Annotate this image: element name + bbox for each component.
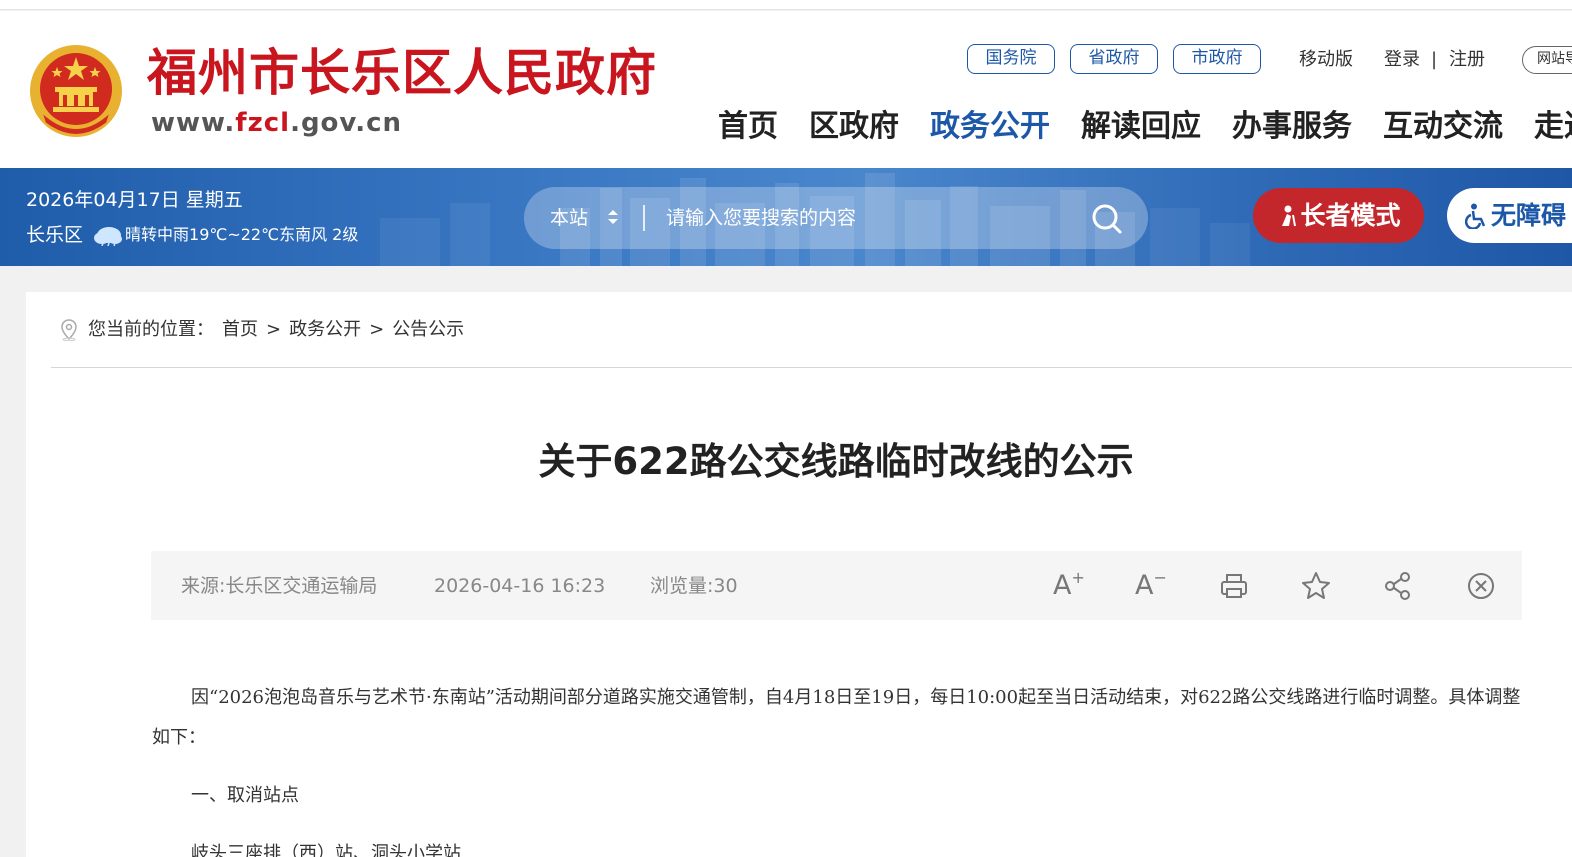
login-link[interactable]: 登录 — [1384, 48, 1420, 72]
elder-mode-label: 长者模式 — [1300, 201, 1401, 230]
share-icon[interactable] — [1380, 568, 1416, 604]
nav-interpretation[interactable]: 解读回应 — [1081, 104, 1201, 150]
url-highlight: fzcl — [235, 108, 291, 138]
breadcrumb-separator: > — [266, 319, 282, 340]
url-suffix: .gov.cn — [290, 108, 403, 138]
breadcrumb-prefix: 您当前的位置： — [88, 319, 214, 340]
breadcrumb: 您当前的位置： 首页 > 政务公开 > 公告公示 — [60, 316, 464, 344]
main-navigation: 首页 区政府 政务公开 解读回应 办事服务 互动交流 走进长乐 — [718, 104, 1572, 150]
nav-about-changle[interactable]: 走进长乐 — [1534, 104, 1572, 150]
site-navigation-button[interactable]: 网站导航 — [1522, 46, 1572, 74]
close-icon[interactable] — [1463, 568, 1499, 604]
article-body: 因“2026泡泡岛音乐与艺术节·东南站”活动期间部分道路实施交通管制，自4月18… — [152, 678, 1522, 857]
breadcrumb-home[interactable]: 首页 — [222, 316, 258, 344]
current-date: 2026年04月17日 星期五 — [26, 189, 243, 211]
nav-services[interactable]: 办事服务 — [1232, 104, 1352, 150]
search-divider — [643, 205, 645, 231]
search-input[interactable] — [666, 201, 1076, 235]
weather-forecast: 晴转中雨19℃~22℃东南风 2级 — [125, 225, 359, 244]
nav-district-government[interactable]: 区政府 — [809, 104, 899, 150]
article-meta-bar: 来源:长乐区交通运输局 2026-04-16 16:23 浏览量:30 A + A… — [151, 551, 1522, 620]
article-paragraph: 岐头三座排（西）站、洞头小学站 — [191, 843, 461, 857]
font-decrease-icon[interactable]: A − — [1133, 568, 1169, 604]
gov-link-province[interactable]: 省政府 — [1070, 44, 1158, 74]
cloud-icon — [94, 227, 123, 246]
updown-arrow-icon[interactable] — [606, 205, 620, 229]
gov-link-city[interactable]: 市政府 — [1173, 44, 1261, 74]
site-url[interactable]: www.fzcl.gov.cn — [151, 106, 402, 140]
search-bar: 本站 — [524, 187, 1148, 249]
search-icon[interactable] — [1088, 200, 1126, 236]
elder-person-icon — [1282, 205, 1297, 226]
nav-home[interactable]: 首页 — [718, 104, 778, 150]
breadcrumb-announcements[interactable]: 公告公示 — [392, 316, 464, 344]
nav-government-affairs[interactable]: 政务公开 — [930, 104, 1050, 150]
breadcrumb-separator: > — [369, 319, 385, 340]
article-views: 浏览量:30 — [650, 575, 738, 597]
print-icon[interactable] — [1216, 568, 1252, 604]
article-paragraph: 一、取消站点 — [191, 785, 299, 806]
article-paragraph: 因“2026泡泡岛音乐与艺术节·东南站”活动期间部分道路实施交通管制，自4月18… — [152, 687, 1521, 748]
register-link[interactable]: 注册 — [1449, 48, 1485, 72]
accessibility-button[interactable]: 无障碍 — [1447, 188, 1572, 243]
url-prefix: www. — [151, 108, 236, 138]
elder-mode-button[interactable]: 长者模式 — [1253, 188, 1424, 243]
article-datetime: 2026-04-16 16:23 — [434, 575, 606, 597]
site-title[interactable]: 福州市长乐区人民政府 — [147, 41, 657, 105]
weather-info: 长乐区 晴转中雨19℃~22℃东南风 2级 — [26, 222, 358, 248]
weather-district: 长乐区 — [26, 224, 84, 246]
wheelchair-icon — [1465, 203, 1486, 229]
favorite-icon[interactable] — [1298, 568, 1334, 604]
national-emblem-icon[interactable] — [27, 41, 125, 145]
nav-interaction[interactable]: 互动交流 — [1383, 104, 1503, 150]
breadcrumb-divider — [51, 367, 1572, 368]
mobile-version-link[interactable]: 移动版 — [1299, 48, 1353, 72]
government-links: 国务院 省政府 市政府 — [967, 44, 1261, 74]
site-header: 福州市长乐区人民政府 www.fzcl.gov.cn 国务院 省政府 市政府 移… — [0, 11, 1572, 168]
location-pin-icon — [61, 319, 77, 341]
font-increase-icon[interactable]: A + — [1051, 568, 1087, 604]
article-source: 来源:长乐区交通运输局 — [181, 575, 378, 597]
search-scope-select[interactable]: 本站 — [550, 205, 588, 231]
breadcrumb-government-affairs[interactable]: 政务公开 — [289, 316, 361, 344]
login-separator: | — [1431, 49, 1438, 70]
gov-link-state-council[interactable]: 国务院 — [967, 44, 1055, 74]
top-strip — [0, 0, 1572, 10]
accessibility-label: 无障碍 — [1491, 201, 1567, 230]
article-title: 关于622路公交线路临时改线的公示 — [538, 440, 1134, 483]
